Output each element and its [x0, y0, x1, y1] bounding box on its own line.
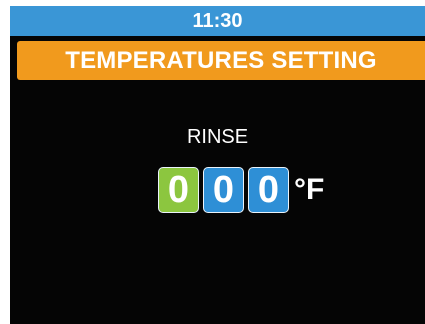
- status-bar: 11:30: [10, 6, 425, 36]
- setting-label: RINSE: [186, 126, 249, 148]
- device-screen: 11:30 TEMPERATURES SETTING RINSE 0 0 0 °…: [10, 6, 425, 324]
- clock-time: 11:30: [192, 10, 243, 32]
- page-title: TEMPERATURES SETTING: [65, 47, 377, 74]
- temperature-digit-tens[interactable]: 0: [203, 167, 244, 213]
- page-title-bar: TEMPERATURES SETTING: [17, 41, 425, 80]
- temperature-unit: °F: [294, 173, 325, 206]
- temperature-digit-hundreds[interactable]: 0: [158, 167, 199, 213]
- temperature-digit-ones[interactable]: 0: [248, 167, 289, 213]
